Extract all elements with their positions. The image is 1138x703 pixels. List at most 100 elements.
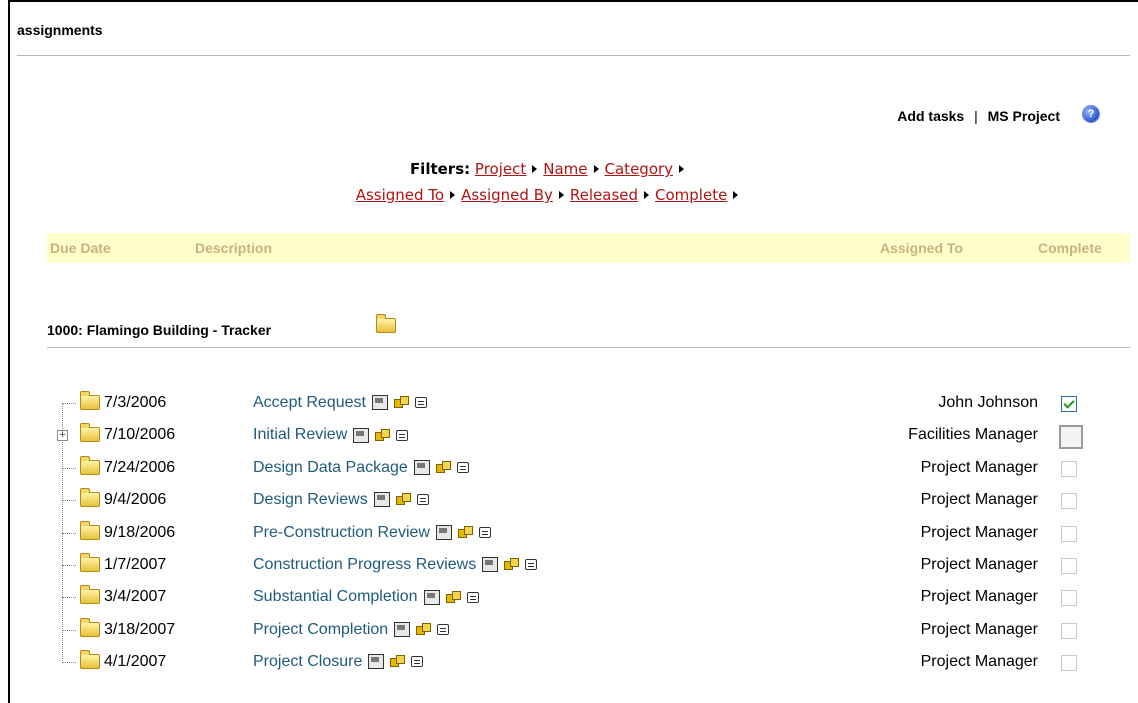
expand-icon[interactable]: + [57, 430, 68, 442]
key-icon[interactable] [504, 558, 520, 571]
filter-name[interactable]: Name [543, 160, 587, 178]
column-assigned-to: Assigned To [880, 240, 963, 256]
task-description-link[interactable]: Project Completion [253, 621, 388, 638]
task-row: 7/24/2006 Design Data Package Project Mana… [0, 455, 1138, 489]
notes-icon[interactable] [416, 494, 429, 506]
task-due-date: 1/7/2007 [104, 556, 167, 573]
panel-title: assignments [17, 22, 103, 38]
complete-checkbox[interactable] [1061, 460, 1077, 477]
task-row: 3/4/2007 Substantial Completion Project Ma… [0, 585, 1138, 618]
task-assigned-to: Project Manager [920, 620, 1038, 638]
folder-icon[interactable] [80, 553, 100, 572]
notes-icon[interactable] [466, 591, 479, 603]
tree-connector [62, 662, 76, 664]
complete-checkbox[interactable] [1059, 425, 1083, 450]
folder-icon[interactable] [80, 650, 100, 670]
task-row: 4/1/2007 Project Closure Project Manager [0, 650, 1138, 683]
column-description: Description [195, 240, 273, 256]
arrow-right-icon [558, 191, 564, 199]
task-description-link[interactable]: Substantial Completion [253, 588, 418, 605]
folder-icon[interactable] [80, 391, 100, 410]
filter-assigned-to[interactable]: Assigned To [356, 186, 444, 204]
notes-icon[interactable] [525, 559, 538, 571]
folder-icon[interactable] [80, 423, 100, 443]
key-icon[interactable] [457, 525, 473, 539]
folder-icon[interactable] [80, 585, 100, 605]
complete-checkbox[interactable] [1061, 493, 1077, 510]
notes-icon[interactable] [456, 462, 469, 474]
task-due-date: 9/4/2006 [104, 491, 167, 509]
task-description-cell: Accept Request [253, 394, 427, 412]
edit-icon[interactable] [482, 557, 499, 573]
task-description-link[interactable]: Project Closure [253, 653, 362, 670]
edit-icon[interactable] [368, 654, 385, 670]
filter-assigned-by[interactable]: Assigned By [461, 186, 553, 204]
edit-icon[interactable] [353, 427, 370, 443]
task-description-link[interactable]: Accept Request [253, 394, 366, 411]
group-title: 1000: Flamingo Building - Tracker [47, 322, 272, 338]
filter-project[interactable]: Project [475, 160, 526, 178]
task-description-cell: Design Data Package [253, 459, 469, 477]
folder-icon[interactable] [376, 314, 396, 333]
folder-icon[interactable] [80, 488, 100, 508]
complete-checkbox[interactable] [1061, 396, 1077, 412]
task-assigned-to: Project Manager [920, 523, 1038, 541]
edit-icon[interactable] [423, 589, 440, 605]
folder-icon[interactable] [80, 520, 100, 540]
filter-category[interactable]: Category [605, 160, 674, 178]
task-assigned-to: John Johnson [938, 394, 1038, 411]
task-row: +7/10/2006 Initial Review Facilities Manag… [0, 423, 1138, 456]
key-icon[interactable] [435, 461, 451, 474]
arrow-right-icon [679, 165, 685, 173]
task-row: 3/18/2007 Project Completion Project Manag… [0, 617, 1138, 651]
add-tasks-link[interactable]: Add tasks [897, 108, 964, 124]
task-due-date: 7/24/2006 [104, 458, 176, 476]
notes-icon[interactable] [414, 397, 427, 409]
tree-connector [62, 597, 76, 599]
task-due-date: 4/1/2007 [104, 653, 167, 671]
tree-connector [62, 403, 76, 404]
tree-connector [62, 500, 76, 502]
edit-icon[interactable] [435, 524, 452, 540]
task-description-link[interactable]: Construction Progress Reviews [253, 556, 476, 573]
filter-complete[interactable]: Complete [655, 186, 727, 204]
arrow-right-icon [450, 191, 456, 199]
filter-released[interactable]: Released [570, 186, 638, 204]
window-border-top [8, 0, 1138, 2]
edit-icon[interactable] [394, 622, 411, 638]
ms-project-link[interactable]: MS Project [988, 108, 1060, 124]
folder-icon[interactable] [80, 617, 100, 637]
filters-label: Filters: [409, 160, 471, 178]
key-icon[interactable] [395, 493, 411, 506]
notes-icon[interactable] [478, 526, 491, 538]
task-due-date: 3/4/2007 [104, 588, 167, 606]
key-icon[interactable] [390, 655, 406, 668]
task-description-link[interactable]: Pre-Construction Review [253, 524, 430, 541]
task-description-cell: Construction Progress Reviews [253, 556, 538, 574]
edit-icon[interactable] [413, 460, 430, 476]
key-icon[interactable] [416, 623, 432, 636]
task-description-link[interactable]: Design Reviews [253, 491, 368, 508]
complete-checkbox[interactable] [1061, 590, 1077, 607]
help-icon[interactable]: ? [1083, 106, 1099, 122]
task-row: 9/18/2006 Pre-Construction Review Project … [0, 520, 1138, 554]
task-row: 7/3/2006 Accept Request John Johnson [0, 391, 1138, 424]
key-icon[interactable] [445, 590, 461, 604]
key-icon[interactable] [375, 428, 391, 442]
task-description-cell: Project Closure [253, 653, 424, 671]
key-icon[interactable] [393, 396, 409, 409]
complete-checkbox[interactable] [1061, 525, 1077, 542]
edit-icon[interactable] [371, 395, 388, 411]
notes-icon[interactable] [396, 429, 409, 441]
edit-icon[interactable] [373, 492, 390, 508]
complete-checkbox[interactable] [1061, 558, 1077, 574]
task-description-cell: Design Reviews [253, 491, 429, 509]
folder-icon[interactable] [80, 455, 100, 475]
notes-icon[interactable] [411, 656, 424, 668]
notes-icon[interactable] [437, 624, 450, 636]
task-description-link[interactable]: Design Data Package [253, 459, 408, 476]
complete-checkbox[interactable] [1061, 655, 1077, 672]
task-description-link[interactable]: Initial Review [253, 426, 347, 443]
toolbar-separator: | [974, 108, 978, 124]
complete-checkbox[interactable] [1061, 622, 1077, 639]
